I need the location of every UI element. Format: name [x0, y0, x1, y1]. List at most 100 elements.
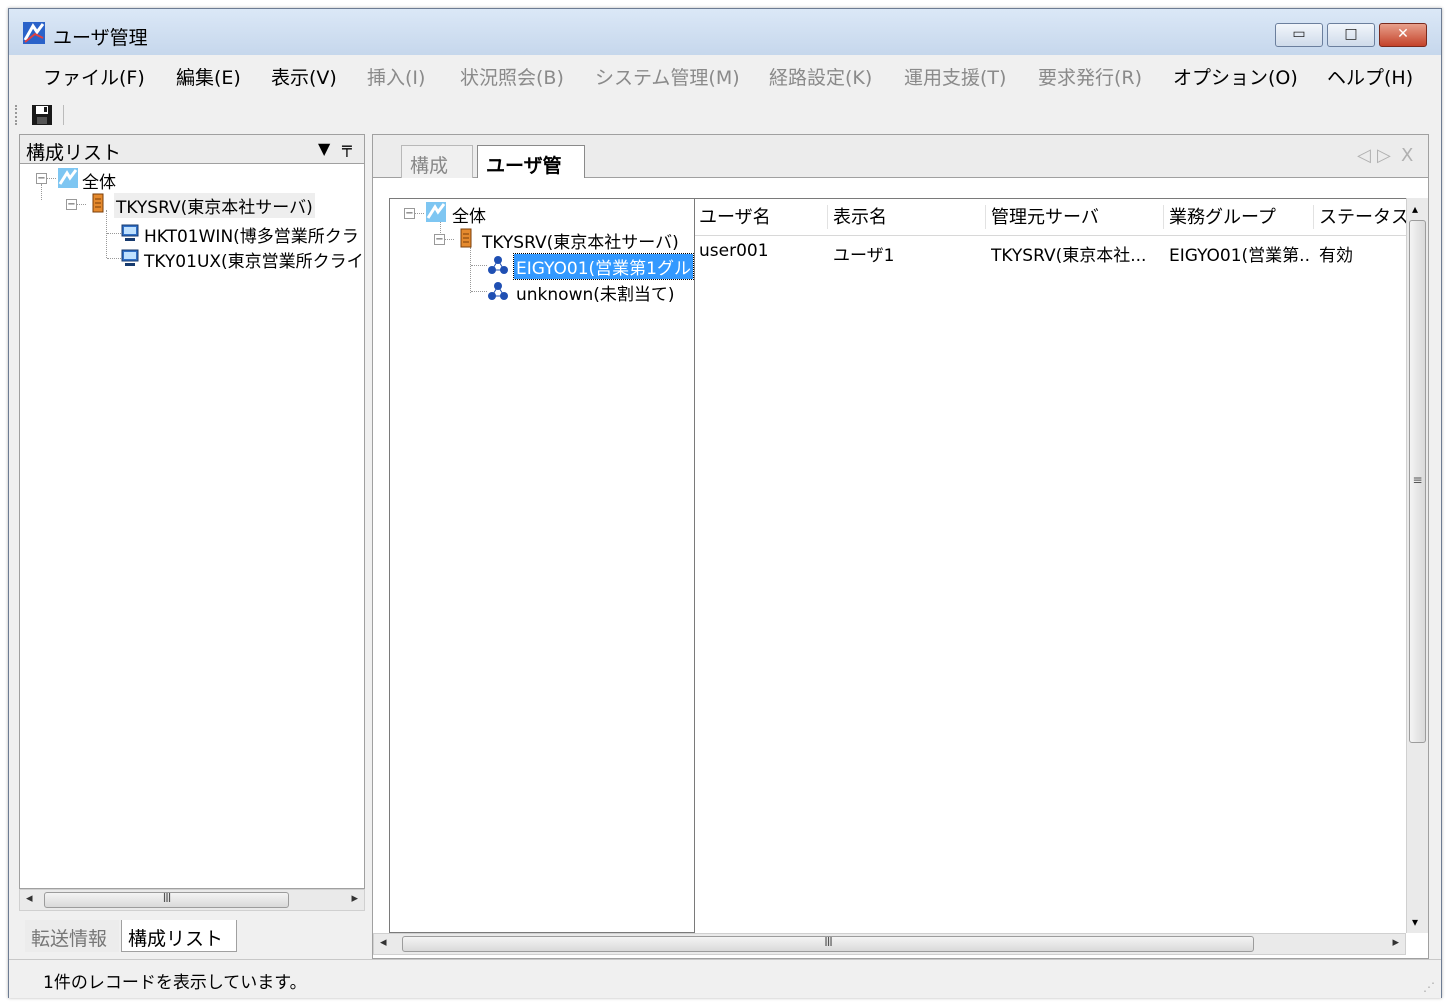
window-title: ユーザ管理	[53, 27, 148, 49]
business-group-icon	[488, 256, 508, 274]
minimize-button[interactable]: ▭	[1275, 23, 1323, 47]
menu-bar: ファイル(F) 編集(E) 表示(V) 挿入(I) 状況照会(B) システム管理…	[9, 55, 1441, 95]
menu-file[interactable]: ファイル(F)	[43, 63, 145, 90]
tree-line	[107, 258, 121, 259]
left-pane-tabs: 転送情報 構成リスト	[19, 920, 365, 954]
pin-icon[interactable]: ╤	[342, 138, 352, 157]
menu-help[interactable]: ヘルプ(H)	[1327, 63, 1413, 90]
network-root-icon	[426, 202, 446, 222]
column-divider[interactable]	[985, 205, 986, 229]
menu-system-admin[interactable]: システム管理(M)	[595, 63, 740, 90]
scroll-up-icon[interactable]: ▴	[1412, 202, 1418, 216]
group-tree-root[interactable]: 全体	[452, 202, 486, 227]
server-icon	[92, 193, 104, 213]
config-list-pane: 構成リスト ▼ ╤ − 全体 − TKYSRV(東京本社サーバ) HKT01WI…	[19, 134, 367, 959]
server-icon	[460, 228, 472, 248]
menu-route-settings[interactable]: 経路設定(K)	[769, 63, 872, 90]
menu-view[interactable]: 表示(V)	[271, 63, 337, 90]
menu-status-inquiry[interactable]: 状況照会(B)	[460, 63, 564, 90]
tab-prev-icon[interactable]: ◁	[1357, 145, 1371, 166]
group-tree-eigyo01[interactable]: EIGYO01(営業第1グル	[513, 253, 694, 280]
tab-user-management[interactable]: ユーザ管理	[477, 145, 585, 204]
business-group-icon	[488, 282, 508, 300]
tab-transfer-info[interactable]: 転送情報	[25, 920, 119, 952]
tree-line	[471, 265, 487, 266]
tree-line	[41, 184, 42, 200]
maximize-icon: □	[1344, 26, 1358, 42]
column-divider[interactable]	[827, 205, 828, 229]
tree-node-client-hkt01win[interactable]: HKT01WIN(博多営業所クラ	[144, 222, 359, 247]
scroll-left-icon[interactable]: ◂	[380, 935, 387, 950]
maximize-button[interactable]: □	[1327, 23, 1375, 47]
menu-operation-support[interactable]: 運用支援(T)	[904, 63, 1006, 90]
menu-options[interactable]: オプション(O)	[1173, 63, 1298, 90]
tab-config-list[interactable]: 構成リスト	[121, 920, 237, 952]
close-button[interactable]: ✕	[1379, 23, 1427, 47]
config-list-header: 構成リスト ▼ ╤	[19, 134, 365, 164]
close-icon: ✕	[1397, 26, 1409, 42]
tree-line	[107, 233, 121, 234]
user-management-panel: − 全体 − TKYSRV(東京本社サーバ) EIGYO01(営業第1グル un…	[372, 178, 1429, 959]
group-tree: − 全体 − TKYSRV(東京本社サーバ) EIGYO01(営業第1グル un…	[389, 198, 695, 933]
tab-close-icon[interactable]: X	[1401, 145, 1413, 166]
toolbar-grip[interactable]	[15, 105, 20, 125]
tree-node-root[interactable]: 全体	[82, 168, 116, 193]
column-header-status[interactable]: ステータス	[1319, 203, 1406, 229]
status-bar: 1件のレコードを表示しています。 ⋰	[9, 959, 1441, 998]
tree-line	[106, 210, 107, 258]
network-root-icon	[58, 168, 78, 188]
document-pane: 構成図 ユーザ管理 ◁ ▷ X − 全体 −	[372, 134, 1429, 959]
menu-insert[interactable]: 挿入(I)	[367, 63, 425, 90]
tree-node-server[interactable]: TKYSRV(東京本社サーバ)	[114, 193, 315, 218]
document-tabstrip: 構成図 ユーザ管理 ◁ ▷ X	[372, 134, 1429, 204]
tab-config-diagram[interactable]: 構成図	[401, 145, 473, 204]
cell-status: 有効	[1319, 246, 1353, 266]
right-horizontal-scrollbar[interactable]: ◂ III ▸	[373, 933, 1406, 955]
config-tree: − 全体 − TKYSRV(東京本社サーバ) HKT01WIN(博多営業所クラ	[19, 164, 365, 889]
dropdown-icon[interactable]: ▼	[318, 139, 330, 158]
table-header: ユーザ名 表示名 管理元サーバ 業務グループ ステータス	[695, 199, 1406, 236]
tree-collapse-toggle[interactable]: −	[36, 173, 47, 184]
tree-line	[470, 247, 471, 293]
tree-line	[471, 291, 487, 292]
group-tree-server[interactable]: TKYSRV(東京本社サーバ)	[482, 228, 679, 253]
app-window: ユーザ管理 ▭ □ ✕ ファイル(F) 編集(E) 表示(V) 挿入(I) 状況…	[8, 8, 1442, 998]
column-divider[interactable]	[1163, 205, 1164, 229]
tree-collapse-toggle[interactable]: −	[404, 208, 415, 219]
column-header-business-group[interactable]: 業務グループ	[1169, 203, 1276, 229]
user-table: ユーザ名 表示名 管理元サーバ 業務グループ ステータス user001 ユーザ…	[695, 198, 1406, 934]
column-header-managing-server[interactable]: 管理元サーバ	[991, 203, 1099, 229]
status-text: 1件のレコードを表示しています。	[43, 973, 307, 993]
left-horizontal-scrollbar[interactable]: ◂ III ▸	[19, 889, 365, 911]
scroll-left-icon[interactable]: ◂	[26, 891, 33, 906]
tab-next-icon[interactable]: ▷	[1377, 145, 1391, 166]
vertical-scroll-thumb[interactable]: ≡	[1409, 220, 1426, 743]
toolbar-separator	[63, 105, 64, 125]
column-divider[interactable]	[1313, 205, 1314, 229]
title-bar[interactable]: ユーザ管理 ▭ □ ✕	[9, 9, 1441, 55]
scroll-down-icon[interactable]: ▾	[1412, 915, 1418, 929]
column-header-display-name[interactable]: 表示名	[833, 203, 887, 229]
cell-display-name: ユーザ1	[833, 246, 895, 266]
minimize-icon: ▭	[1292, 26, 1306, 42]
config-list-title: 構成リスト	[26, 142, 122, 164]
cell-username: user001	[699, 241, 769, 261]
resize-grip-icon[interactable]: ⋰	[1423, 980, 1435, 994]
tree-node-client-tky01ux[interactable]: TKY01UX(東京営業所クライ	[144, 247, 364, 272]
app-logo-icon	[23, 22, 45, 44]
scroll-thumb[interactable]: III	[44, 891, 289, 908]
menu-request-issue[interactable]: 要求発行(R)	[1038, 63, 1142, 90]
vertical-scrollbar[interactable]: ▴ ≡ ▾	[1406, 198, 1428, 933]
toolbar	[9, 95, 1441, 135]
tree-collapse-toggle[interactable]: −	[434, 234, 445, 245]
column-header-username[interactable]: ユーザ名	[699, 203, 771, 229]
cell-managing-server: TKYSRV(東京本社...	[991, 246, 1147, 266]
group-tree-unknown[interactable]: unknown(未割当て)	[516, 280, 675, 305]
menu-edit[interactable]: 編集(E)	[176, 63, 241, 90]
client-pc-icon	[121, 224, 139, 241]
scroll-right-icon[interactable]: ▸	[351, 891, 358, 906]
tree-collapse-toggle[interactable]: −	[66, 199, 77, 210]
save-icon[interactable]	[31, 104, 53, 126]
scroll-thumb[interactable]: III	[402, 935, 1254, 952]
scroll-right-icon[interactable]: ▸	[1392, 935, 1399, 950]
